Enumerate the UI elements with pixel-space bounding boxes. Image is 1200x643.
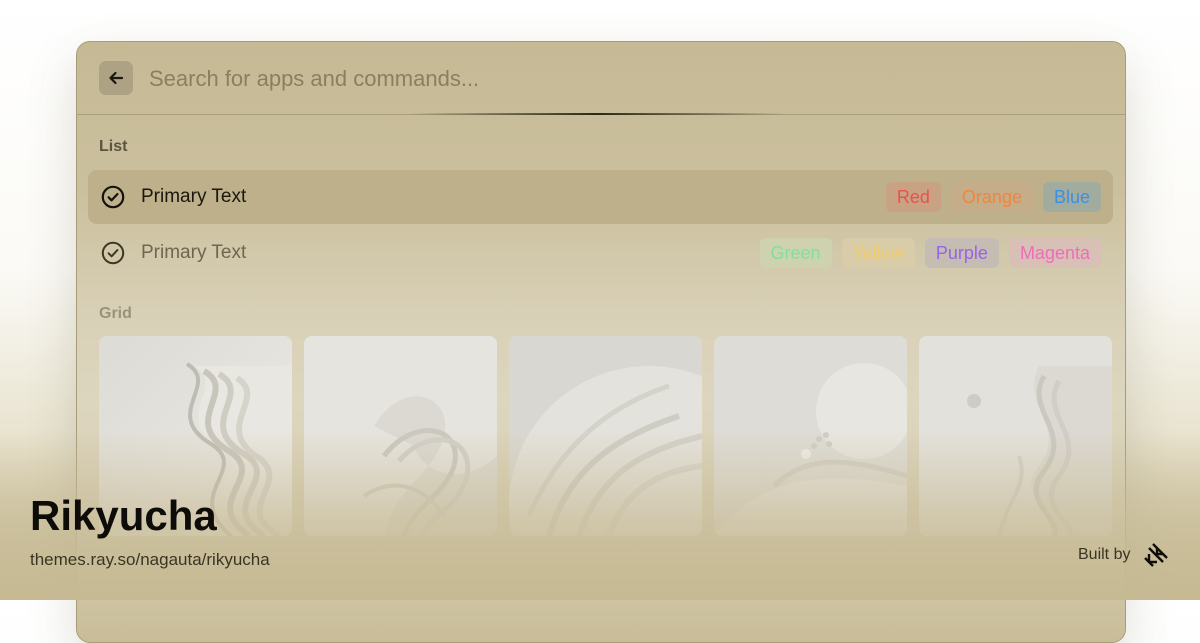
list-item-tags: Green Yellow Purple Magenta	[759, 238, 1101, 268]
check-circle-icon	[101, 185, 125, 209]
grid-item[interactable]	[509, 336, 702, 536]
search-bar	[77, 42, 1125, 114]
list-item-title: Primary Text	[141, 186, 247, 207]
tag-red: Red	[885, 182, 941, 212]
back-button[interactable]	[99, 61, 133, 95]
check-circle-icon	[101, 241, 125, 265]
list-item-title: Primary Text	[141, 242, 247, 263]
tag-green: Green	[759, 238, 832, 268]
tag-magenta: Magenta	[1008, 238, 1101, 268]
tag-purple: Purple	[924, 238, 999, 268]
tag-yellow: Yellow	[841, 238, 915, 268]
tag-blue: Blue	[1042, 182, 1101, 212]
loading-indicator	[407, 113, 787, 115]
arrow-left-icon	[109, 71, 124, 85]
list-item[interactable]: Primary Text Green Yellow Purple Magenta	[88, 226, 1113, 280]
grid-item[interactable]	[304, 336, 497, 536]
theme-url: themes.ray.so/nagauta/rikyucha	[30, 550, 270, 569]
grid-section-label: Grid	[99, 305, 132, 322]
tag-orange: Orange	[950, 182, 1033, 212]
theme-title: Rikyucha	[30, 492, 217, 539]
search-input[interactable]	[147, 60, 1051, 98]
abstract-wave-image	[509, 336, 702, 536]
abstract-sphere-image	[714, 336, 907, 536]
built-by-label: Built by	[1078, 546, 1131, 563]
grid-item[interactable]	[919, 336, 1112, 536]
raycast-logo-icon	[1144, 543, 1168, 567]
abstract-wave-image	[304, 336, 497, 536]
list-item[interactable]: Primary Text Red Orange Blue	[88, 170, 1113, 224]
list-item-tags: Red Orange Blue	[885, 182, 1101, 212]
list-section-label: List	[99, 138, 128, 155]
abstract-wave-image	[919, 336, 1112, 536]
image-grid	[99, 336, 1112, 536]
grid-item[interactable]	[714, 336, 907, 536]
